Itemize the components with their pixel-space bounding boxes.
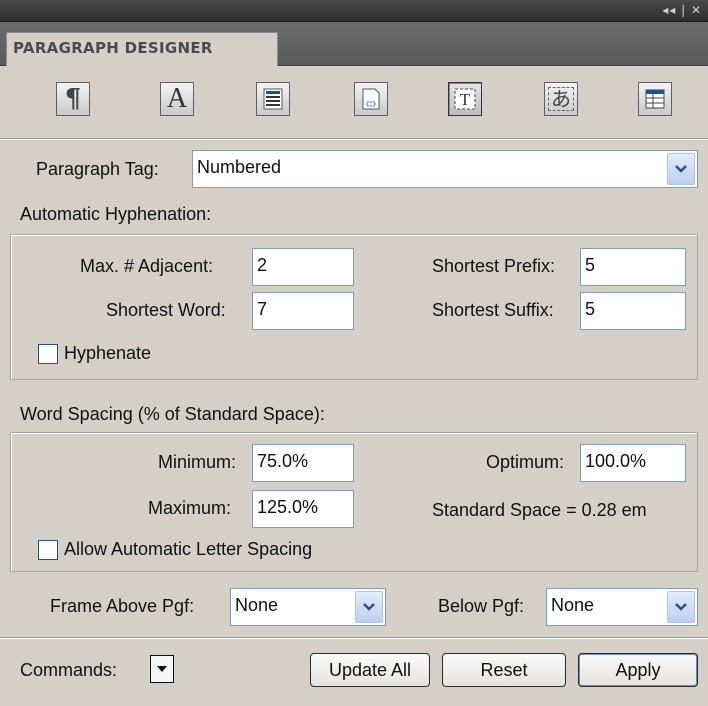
optimum-label: Optimum:: [486, 452, 565, 472]
hyphenate-label: Hyphenate: [64, 343, 152, 363]
paragraph-tag-value: Numbered: [197, 157, 282, 177]
minimum-field[interactable]: 75.0%: [252, 444, 354, 482]
minimum-label: Minimum:: [158, 452, 237, 472]
letter-spacing-checkbox[interactable]: [38, 540, 58, 560]
commands-menu-button[interactable]: [150, 655, 174, 683]
frame-above-label: Frame Above Pgf:: [50, 596, 195, 616]
tab-strip: PARAGRAPH DESIGNER: [0, 22, 708, 66]
numbering-icon[interactable]: [354, 82, 388, 116]
shortest-word-label: Shortest Word:: [106, 300, 226, 320]
hyphenate-checkbox[interactable]: [38, 344, 58, 364]
maximum-label: Maximum:: [148, 498, 232, 518]
shortest-word-field[interactable]: 7: [252, 292, 354, 330]
word-spacing-heading: Word Spacing (% of Standard Space):: [20, 404, 325, 424]
letter-spacing-label: Allow Automatic Letter Spacing: [64, 539, 313, 559]
table-cell-icon[interactable]: [638, 82, 672, 116]
panel-controls[interactable]: ◂◂ | ✕: [662, 3, 702, 17]
chevron-down-icon[interactable]: [355, 591, 383, 623]
commands-label: Commands:: [20, 660, 118, 680]
character-icon[interactable]: A: [160, 82, 194, 116]
standard-space-readout: Standard Space = 0.28 em: [432, 500, 647, 520]
reset-button[interactable]: Reset: [442, 653, 566, 687]
panel-titlebar: ◂◂ | ✕: [0, 0, 708, 22]
shortest-suffix-field[interactable]: 5: [580, 292, 686, 330]
shortest-prefix-label: Shortest Prefix:: [432, 256, 556, 276]
max-adjacent-label: Max. # Adjacent:: [80, 256, 214, 276]
triangle-down-icon: [157, 666, 167, 672]
svg-text:T: T: [460, 90, 471, 109]
chevron-down-icon[interactable]: [667, 591, 695, 623]
asian-icon[interactable]: あ: [544, 82, 578, 116]
divider: [0, 637, 708, 639]
max-adjacent-field[interactable]: 2: [252, 248, 354, 286]
frame-below-label: Below Pgf:: [438, 596, 525, 616]
property-group-toolbar: ¶ A T あ: [0, 66, 708, 132]
paragraph-tag-select[interactable]: Numbered: [192, 150, 698, 188]
update-all-button[interactable]: Update All: [310, 653, 430, 687]
hyphenation-heading: Automatic Hyphenation:: [20, 204, 212, 224]
tab-paragraph-designer[interactable]: PARAGRAPH DESIGNER: [6, 32, 278, 66]
chevron-down-icon[interactable]: [667, 153, 695, 185]
pagination-icon[interactable]: [256, 82, 290, 116]
shortest-suffix-label: Shortest Suffix:: [432, 300, 554, 320]
advanced-icon[interactable]: T: [448, 82, 482, 116]
paragraph-icon[interactable]: ¶: [56, 82, 90, 116]
divider: [0, 138, 708, 140]
optimum-field[interactable]: 100.0%: [580, 444, 686, 482]
frame-below-select[interactable]: None: [546, 588, 698, 626]
apply-button[interactable]: Apply: [578, 653, 698, 687]
frame-above-select[interactable]: None: [230, 588, 386, 626]
shortest-prefix-field[interactable]: 5: [580, 248, 686, 286]
maximum-field[interactable]: 125.0%: [252, 490, 354, 528]
paragraph-tag-label: Paragraph Tag:: [36, 159, 159, 179]
